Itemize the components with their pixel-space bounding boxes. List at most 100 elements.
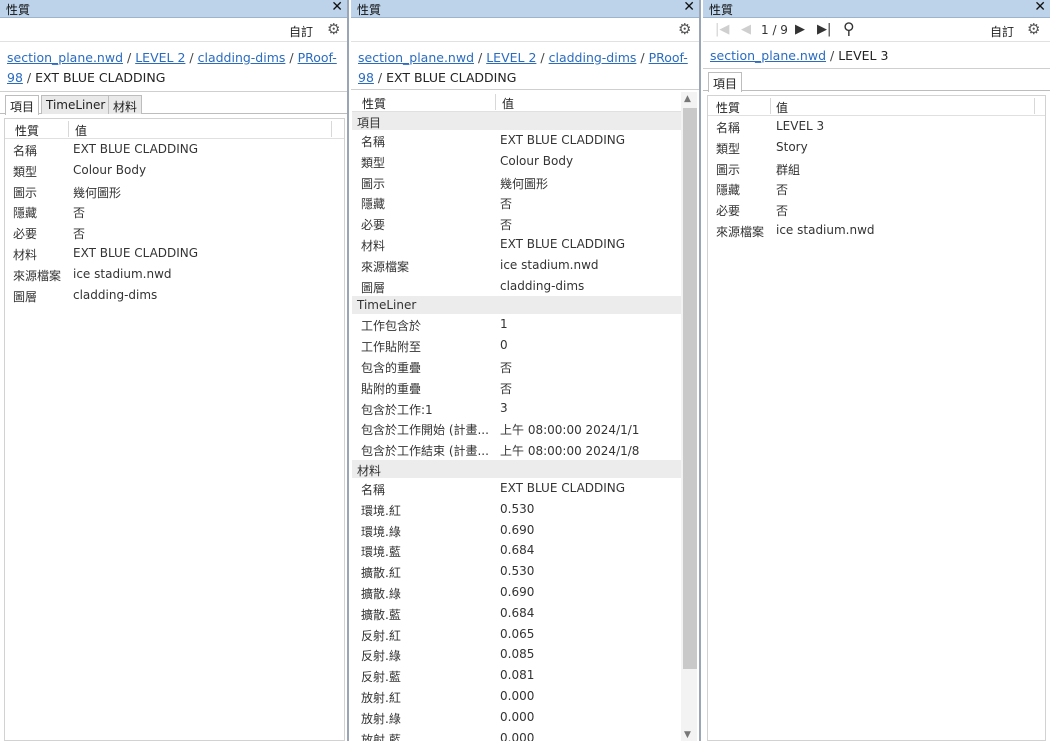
section-header[interactable]: TimeLiner <box>352 296 681 315</box>
property-value: 0.000 <box>500 688 535 703</box>
column-header-value[interactable]: 值 <box>502 95 514 112</box>
property-row[interactable]: 反射.綠 0.085 <box>352 644 681 665</box>
tab-material[interactable]: 材料 <box>108 95 143 114</box>
property-row[interactable]: 隱藏 否 <box>708 178 1045 199</box>
scroll-down-icon[interactable]: ▼ <box>684 730 691 740</box>
close-icon[interactable]: ✕ <box>1034 0 1046 15</box>
property-row[interactable]: 放射.紅 0.000 <box>352 686 681 707</box>
property-value: 否 <box>500 218 513 233</box>
column-header-property[interactable]: 性質 <box>362 95 386 112</box>
panel-titlebar: 性質 ✕ <box>351 0 699 18</box>
property-row[interactable]: 工作包含於 1 <box>352 314 681 335</box>
breadcrumb-link[interactable]: section_plane.nwd <box>7 50 123 65</box>
tab-item[interactable]: 項目 <box>5 95 40 115</box>
property-row[interactable]: 包含於工作:1 3 <box>352 398 681 419</box>
column-header-value[interactable]: 值 <box>776 99 788 116</box>
custom-button[interactable]: 自訂 <box>990 23 1014 40</box>
property-row[interactable]: 放射.綠 0.000 <box>352 707 681 728</box>
property-row[interactable]: 包含於工作開始 (計畫... 上午 08:00:00 2024/1/1 <box>352 418 681 439</box>
property-row[interactable]: 放射.藍 0.000 <box>352 728 681 741</box>
property-row[interactable]: 材料 EXT BLUE CLADDING <box>5 243 344 264</box>
column-header-value[interactable]: 值 <box>75 122 87 139</box>
property-name: 來源檔案 <box>361 259 410 274</box>
property-name: 包含的重疊 <box>361 360 422 375</box>
property-name: 名稱 <box>716 121 741 135</box>
property-row[interactable]: 圖層 cladding-dims <box>5 285 344 306</box>
property-row[interactable]: 類型 Story <box>708 137 1045 158</box>
page-indicator: 1 / 9 <box>761 23 788 37</box>
property-name: 類型 <box>361 155 386 170</box>
breadcrumb-link[interactable]: cladding-dims <box>198 50 286 65</box>
close-icon[interactable]: ✕ <box>683 0 695 15</box>
property-row[interactable]: 類型 Colour Body <box>352 151 681 172</box>
property-row[interactable]: 包含的重疊 否 <box>352 356 681 377</box>
scroll-up-icon[interactable]: ▲ <box>684 94 691 104</box>
tab-timeliner[interactable]: TimeLiner <box>41 95 111 114</box>
property-row[interactable]: 擴散.藍 0.684 <box>352 603 681 624</box>
property-row[interactable]: 圖層 cladding-dims <box>352 276 681 297</box>
property-row[interactable]: 來源檔案 ice stadium.nwd <box>352 255 681 276</box>
vertical-scrollbar[interactable]: ▲ ▼ <box>681 92 697 741</box>
gear-icon[interactable]: ⚙ <box>1027 20 1040 38</box>
properties-panel-left: 性質 ✕ 自訂 ⚙ section_plane.nwd / LEVEL 2 / … <box>0 0 349 741</box>
property-name: 名稱 <box>361 482 386 497</box>
property-row[interactable]: 圖示 幾何圖形 <box>352 172 681 193</box>
property-row[interactable]: 必要 否 <box>352 213 681 234</box>
close-icon[interactable]: ✕ <box>331 0 343 15</box>
scrollbar-thumb[interactable] <box>683 108 697 669</box>
property-row[interactable]: 類型 Colour Body <box>5 160 344 181</box>
property-name: 類型 <box>13 164 38 179</box>
next-icon[interactable]: ▶ <box>795 22 805 37</box>
property-row[interactable]: 隱藏 否 <box>352 192 681 213</box>
previous-icon[interactable]: ◀ <box>741 22 751 37</box>
properties-panel-middle: 性質 ✕ ⚙ section_plane.nwd / LEVEL 2 / cla… <box>351 0 701 741</box>
property-row[interactable]: 貼附的重疊 否 <box>352 377 681 398</box>
tab-item[interactable]: 項目 <box>708 72 743 92</box>
breadcrumb-link[interactable]: section_plane.nwd <box>710 48 826 63</box>
first-page-icon[interactable]: |◀ <box>715 22 729 37</box>
property-row[interactable]: 圖示 幾何圖形 <box>5 181 344 202</box>
property-row[interactable]: 包含於工作結束 (計畫... 上午 08:00:00 2024/1/8 <box>352 439 681 460</box>
property-row[interactable]: 名稱 EXT BLUE CLADDING <box>352 478 681 499</box>
custom-button[interactable]: 自訂 <box>289 23 313 40</box>
property-value: 0.684 <box>500 605 535 620</box>
breadcrumb-link[interactable]: cladding-dims <box>549 50 637 65</box>
property-row[interactable]: 環境.綠 0.690 <box>352 520 681 541</box>
property-row[interactable]: 來源檔案 ice stadium.nwd <box>5 264 344 285</box>
property-row[interactable]: 環境.紅 0.530 <box>352 499 681 520</box>
breadcrumb-link[interactable]: LEVEL 2 <box>135 50 185 65</box>
property-name: 環境.藍 <box>361 545 401 560</box>
property-row[interactable]: 名稱 EXT BLUE CLADDING <box>5 139 344 160</box>
property-row[interactable]: 工作貼附至 0 <box>352 335 681 356</box>
property-row[interactable]: 擴散.綠 0.690 <box>352 582 681 603</box>
property-name: 包含於工作開始 (計畫... <box>361 423 489 438</box>
property-row[interactable]: 來源檔案 ice stadium.nwd <box>708 220 1045 241</box>
property-row[interactable]: 材料 EXT BLUE CLADDING <box>352 234 681 255</box>
property-name: 名稱 <box>13 144 38 158</box>
gear-icon[interactable]: ⚙ <box>678 20 691 38</box>
last-page-icon[interactable]: ▶| <box>817 22 831 37</box>
property-row[interactable]: 必要 否 <box>5 222 344 243</box>
property-row[interactable]: 必要 否 <box>708 199 1045 220</box>
tab-bar: 項目 TimeLiner 材料 <box>0 92 347 115</box>
property-name: 圖示 <box>716 162 741 177</box>
property-row[interactable]: 隱藏 否 <box>5 201 344 222</box>
property-row[interactable]: 名稱 EXT BLUE CLADDING <box>352 130 681 151</box>
property-name: 隱藏 <box>361 197 386 212</box>
search-icon[interactable]: ⚲ <box>843 19 855 38</box>
property-row[interactable]: 圖示 群組 <box>708 158 1045 179</box>
property-row[interactable]: 擴散.紅 0.530 <box>352 561 681 582</box>
property-row[interactable]: 名稱 LEVEL 3 <box>708 116 1045 137</box>
property-row[interactable]: 環境.藍 0.684 <box>352 540 681 561</box>
gear-icon[interactable]: ⚙ <box>327 20 340 38</box>
property-name: 必要 <box>361 218 386 233</box>
breadcrumb-link[interactable]: LEVEL 2 <box>486 50 536 65</box>
column-header-property[interactable]: 性質 <box>15 122 39 139</box>
property-value: EXT BLUE CLADDING <box>500 133 626 147</box>
property-row[interactable]: 反射.紅 0.065 <box>352 624 681 645</box>
section-header[interactable]: 項目 <box>352 112 681 130</box>
column-header-property[interactable]: 性質 <box>716 99 740 116</box>
breadcrumb-link[interactable]: section_plane.nwd <box>358 50 474 65</box>
section-header[interactable]: 材料 <box>352 459 681 478</box>
property-row[interactable]: 反射.藍 0.081 <box>352 665 681 686</box>
